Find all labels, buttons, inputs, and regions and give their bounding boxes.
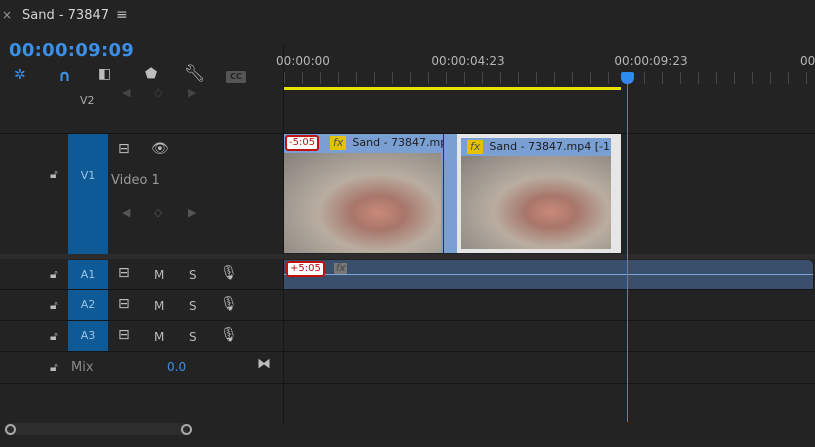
ruler-label: 00:00:09:23 <box>614 54 688 68</box>
divider <box>0 383 815 384</box>
mix-volume-value[interactable]: 0.0 <box>167 360 186 374</box>
playhead-handle[interactable] <box>621 72 634 84</box>
panel-menu-icon[interactable]: ≡ <box>116 7 128 23</box>
nest-sequence-icon[interactable]: ✲ <box>14 67 26 83</box>
mix-keyframe-icon[interactable]: ⧓ <box>257 356 271 372</box>
sequence-tab-title[interactable]: Sand - 73847 <box>22 8 109 23</box>
mute-button[interactable]: M <box>154 299 164 313</box>
microphone-icon[interactable]: 🎙︎ <box>220 296 238 312</box>
transition[interactable] <box>443 134 457 253</box>
sync-lock-icon[interactable]: ⊟ <box>118 265 130 281</box>
audio-clip[interactable]: +5:05 fx <box>284 260 813 289</box>
solo-button[interactable]: S <box>189 268 197 282</box>
lock-icon[interactable]: 🔓︎ <box>50 167 58 182</box>
video-clip[interactable]: fx Sand - 73847.mp -5:05 <box>284 134 443 253</box>
time-ruler[interactable] <box>284 72 815 84</box>
work-area-bar[interactable] <box>284 87 621 90</box>
fx-badge: fx <box>334 263 348 274</box>
track-target-a2[interactable]: A2 <box>68 290 108 320</box>
sync-lock-icon[interactable]: ⊟ <box>118 296 130 312</box>
clip-name: Sand - 73847.mp4 [-15 <box>489 140 611 153</box>
scroll-handle-left[interactable] <box>5 424 16 435</box>
next-keyframe-icon[interactable]: ▶ <box>188 86 196 99</box>
fx-badge: fx <box>330 136 347 150</box>
playhead-timecode[interactable]: 00:00:09:09 <box>9 40 134 61</box>
mix-label: Mix <box>71 360 94 375</box>
trim-offset-badge: +5:05 <box>286 261 325 277</box>
next-keyframe-icon[interactable]: ▶ <box>188 206 196 219</box>
video-clip-selected[interactable]: fx Sand - 73847.mp4 [-15 <box>457 134 621 253</box>
sync-lock-icon[interactable]: ⊟ <box>118 327 130 343</box>
microphone-icon[interactable]: 🎙︎ <box>220 265 238 281</box>
track-label-v2: V2 <box>80 94 95 107</box>
divider <box>0 351 815 352</box>
track-target-v1[interactable]: V1 <box>68 134 108 254</box>
lock-icon[interactable]: 🔓︎ <box>50 267 58 282</box>
lock-icon[interactable]: 🔓︎ <box>50 329 58 344</box>
mute-button[interactable]: M <box>154 330 164 344</box>
sync-lock-icon[interactable]: ⊟ <box>118 141 130 157</box>
linked-selection-icon[interactable]: ◧ <box>98 66 111 82</box>
fx-badge: fx <box>467 140 484 154</box>
track-target-a3[interactable]: A3 <box>68 321 108 351</box>
microphone-icon[interactable]: 🎙︎ <box>220 327 238 343</box>
volume-line[interactable] <box>284 274 813 275</box>
ruler-label: 00 <box>800 54 815 68</box>
solo-button[interactable]: S <box>189 299 197 313</box>
mute-button[interactable]: M <box>154 268 164 282</box>
eye-icon[interactable]: 👁︎ <box>151 141 169 157</box>
divider <box>0 289 815 290</box>
lock-icon[interactable]: 🔓︎ <box>50 298 58 313</box>
video-audio-divider[interactable] <box>0 254 815 259</box>
snap-magnet-icon[interactable]: ∩ <box>58 66 71 85</box>
ruler-label: 00:00:00 <box>276 54 330 68</box>
add-marker-icon[interactable]: ⬟ <box>145 66 157 82</box>
playhead-line[interactable] <box>627 84 628 422</box>
captions-icon[interactable]: CC <box>226 71 246 83</box>
divider <box>0 320 815 321</box>
trim-offset-badge: -5:05 <box>285 135 320 151</box>
prev-keyframe-icon[interactable]: ◀ <box>122 206 130 219</box>
clip-name: Sand - 73847.mp <box>352 136 443 149</box>
clip-thumbnail <box>284 153 441 253</box>
track-target-a1[interactable]: A1 <box>68 260 108 289</box>
zoom-scrollbar[interactable] <box>4 423 188 435</box>
clip-thumbnail <box>461 156 611 249</box>
keyframe-icon[interactable]: ◇ <box>154 86 162 99</box>
solo-button[interactable]: S <box>189 330 197 344</box>
close-tab-button[interactable]: × <box>2 8 12 22</box>
scroll-handle-right[interactable] <box>181 424 192 435</box>
track-name-v1: Video 1 <box>111 173 160 188</box>
lock-icon[interactable]: 🔓︎ <box>50 360 58 375</box>
keyframe-icon[interactable]: ◇ <box>154 206 162 219</box>
wrench-icon[interactable]: 🔧︎ <box>184 64 206 84</box>
ruler-label: 00:00:04:23 <box>431 54 505 68</box>
prev-keyframe-icon[interactable]: ◀ <box>122 86 130 99</box>
